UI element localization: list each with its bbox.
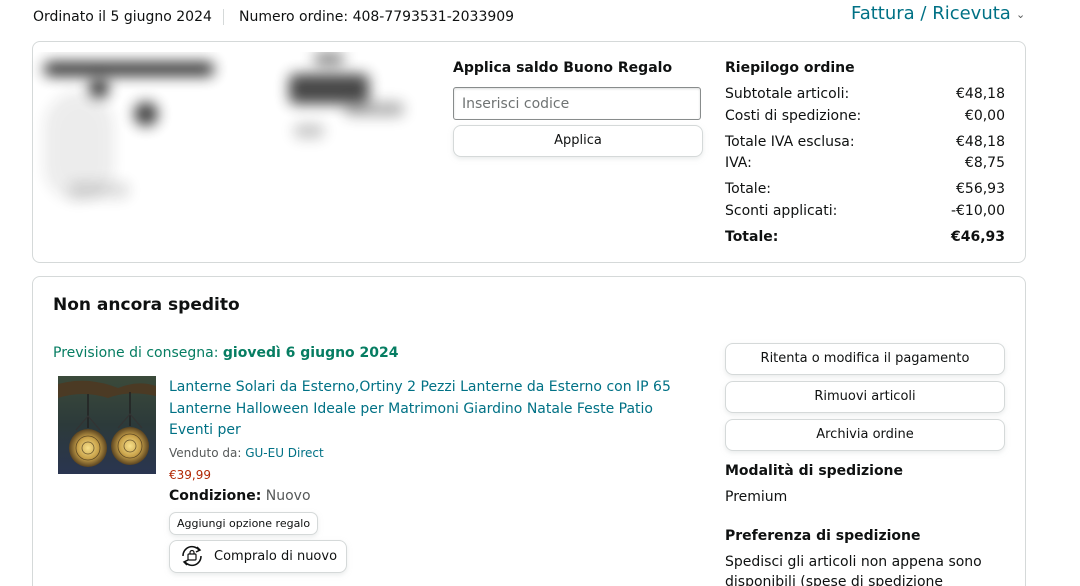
summary-row-shipping: Costi di spedizione: €0,00	[725, 108, 1005, 124]
summary-row-vat: IVA: €8,75	[725, 155, 1005, 171]
summary-row-grand-total: Totale: €46,93	[725, 229, 1005, 245]
product-condition: Condizione: Nuovo	[169, 488, 311, 504]
product-image[interactable]	[58, 376, 156, 474]
delivery-estimate: Previsione di consegna: giovedì 6 giugno…	[53, 345, 399, 361]
retry-payment-button[interactable]: Ritenta o modifica il pagamento	[725, 343, 1005, 375]
seller-info: Venduto da: GU-EU Direct	[169, 446, 324, 460]
apply-gift-card-button[interactable]: Applica	[453, 125, 703, 157]
order-summary-title: Riepilogo ordine	[725, 60, 855, 76]
buy-again-icon	[178, 542, 206, 570]
redacted-shipping-payment-info	[14, 52, 434, 222]
remove-items-button[interactable]: Rimuovi articoli	[725, 381, 1005, 413]
shipping-mode-value: Premium	[725, 489, 788, 505]
seller-link[interactable]: GU-EU Direct	[245, 446, 324, 460]
shipping-preference-label: Preferenza di spedizione	[725, 528, 921, 544]
order-date: Ordinato il 5 giugno 2024	[33, 9, 212, 25]
invoice-link[interactable]: Fattura / Ricevuta	[851, 3, 1011, 25]
summary-row-discounts: Sconti applicati: -€10,00	[725, 203, 1005, 219]
product-title-link[interactable]: Lanterne Solari da Esterno,Ortiny 2 Pezz…	[169, 377, 699, 442]
chevron-down-icon[interactable]: ⌄	[1016, 8, 1025, 21]
header-divider	[223, 9, 224, 25]
archive-order-button[interactable]: Archivia ordine	[725, 419, 1005, 451]
summary-row-subtotal: Subtotale articoli: €48,18	[725, 86, 1005, 102]
gift-card-code-input[interactable]	[453, 87, 701, 120]
shipping-mode-label: Modalità di spedizione	[725, 463, 904, 479]
shipment-status: Non ancora spedito	[53, 295, 240, 315]
order-number: Numero ordine: 408-7793531-2033909	[239, 9, 515, 25]
add-gift-option-button[interactable]: Aggiungi opzione regalo	[169, 512, 319, 535]
summary-row-total-excl-vat: Totale IVA esclusa: €48,18	[725, 134, 1005, 150]
shipping-preference-value: Spedisci gli articoli non appena sono di…	[725, 554, 982, 586]
product-price: €39,99	[169, 468, 211, 482]
gift-card-title: Applica saldo Buono Regalo	[453, 60, 673, 76]
summary-row-total: Totale: €56,93	[725, 181, 1005, 197]
